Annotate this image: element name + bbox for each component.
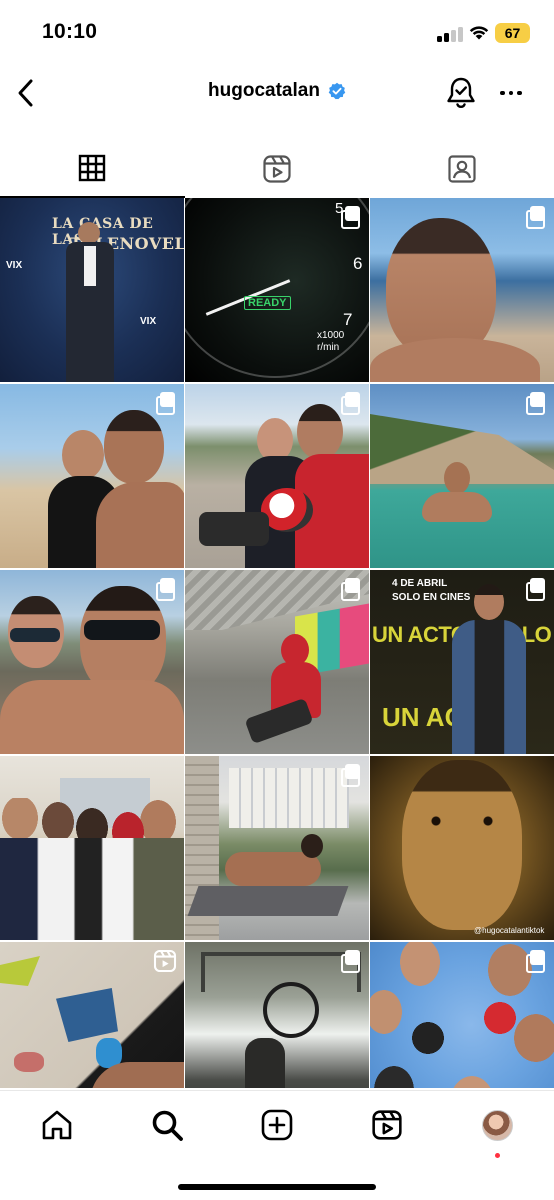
post-4-person-1	[62, 430, 104, 480]
nav-home[interactable]	[37, 1105, 77, 1145]
post-thumbnail-13[interactable]	[0, 942, 184, 1088]
post-thumbnail-7[interactable]	[0, 570, 184, 754]
carousel-badge-icon	[526, 950, 546, 973]
post-6-person	[444, 462, 470, 494]
tagged-icon	[448, 155, 476, 183]
post-14-bike-wheel	[263, 982, 319, 1038]
cellular-signal-icon	[437, 26, 463, 42]
carousel-badge-icon	[341, 950, 361, 973]
post-thumbnail-4[interactable]	[0, 384, 184, 568]
post-5-kart	[199, 512, 269, 546]
more-dot	[517, 90, 522, 96]
carousel-badge-icon	[156, 578, 176, 601]
post-11-person	[225, 852, 321, 886]
more-options-button[interactable]	[496, 80, 526, 106]
bell-check-icon	[447, 77, 475, 108]
nav-profile[interactable]	[477, 1105, 517, 1145]
status-bar: 10:10 67	[0, 0, 554, 62]
posts-grid: LA CASA DE LAS TELENOVELAS VIX VIX READY…	[0, 198, 554, 1088]
post-13-hold-2	[56, 988, 118, 1042]
verified-badge-icon	[328, 82, 346, 100]
wifi-icon	[469, 26, 489, 40]
avatar	[481, 1109, 513, 1141]
grid-icon	[79, 154, 106, 182]
carousel-badge-icon	[341, 764, 361, 787]
post-12-eyes	[422, 816, 502, 826]
nav-reels[interactable]	[367, 1105, 407, 1145]
notification-dot	[495, 1153, 500, 1158]
profile-username[interactable]: hugocatalan	[208, 80, 320, 102]
post-thumbnail-14[interactable]	[185, 942, 369, 1088]
tab-reels[interactable]	[185, 140, 370, 198]
post-6-person-body	[422, 492, 492, 522]
more-dot	[508, 90, 514, 96]
post-2-unit: x1000 r/min	[317, 330, 345, 353]
post-11-building	[229, 768, 349, 828]
post-2-tick-7: 7	[343, 310, 353, 329]
tab-tagged[interactable]	[369, 140, 554, 198]
post-thumbnail-2[interactable]: READY 6 7 5 x1000 r/min	[185, 198, 369, 382]
post-11-lounger	[187, 886, 349, 916]
post-2-tick-6: 6	[353, 254, 363, 273]
notifications-button[interactable]	[444, 76, 478, 110]
post-13-hold-3	[14, 1052, 44, 1072]
post-5-person-2	[297, 404, 343, 460]
post-10-bodies	[0, 838, 184, 940]
profile-header: hugocatalan	[0, 62, 554, 126]
carousel-badge-icon	[341, 578, 361, 601]
post-9-date: 4 DE ABRIL	[392, 578, 448, 589]
post-7-bodies	[0, 680, 184, 754]
post-thumbnail-6[interactable]	[370, 384, 554, 568]
search-icon	[152, 1110, 183, 1141]
home-indicator	[178, 1184, 376, 1190]
status-time: 10:10	[42, 20, 98, 43]
carousel-badge-icon	[156, 392, 176, 415]
post-9-person-body	[452, 620, 526, 754]
reels-icon	[372, 1110, 402, 1140]
post-9-person-head	[474, 584, 504, 620]
carousel-badge-icon	[341, 206, 361, 229]
post-12-face	[402, 760, 522, 930]
post-1-person	[78, 222, 100, 244]
post-11-person-head	[301, 834, 323, 858]
post-7-sunglasses-1	[10, 628, 60, 642]
home-icon	[42, 1110, 72, 1140]
post-thumbnail-9[interactable]: 4 DE ABRIL SOLO EN CINES UN ACTOR MALO U…	[370, 570, 554, 754]
post-7-sunglasses-2	[84, 620, 160, 640]
reels-badge-icon	[153, 949, 177, 973]
plus-square-icon	[261, 1109, 293, 1141]
post-3-shoulders	[370, 338, 540, 382]
post-1-vix-label: VIX	[140, 316, 157, 327]
nav-search[interactable]	[147, 1105, 187, 1145]
post-thumbnail-10[interactable]	[0, 756, 184, 940]
post-9-cinemas: SOLO EN CINES	[392, 592, 471, 603]
reels-icon	[263, 155, 291, 183]
battery-indicator: 67	[495, 23, 530, 43]
post-1-shirt	[84, 246, 96, 286]
post-thumbnail-11[interactable]	[185, 756, 369, 940]
post-4-person-2	[104, 410, 164, 484]
post-13-hold-1	[0, 956, 40, 986]
tab-posts[interactable]	[0, 140, 185, 198]
post-thumbnail-8[interactable]	[185, 570, 369, 754]
carousel-badge-icon	[526, 578, 546, 601]
nav-create[interactable]	[257, 1105, 297, 1145]
carousel-badge-icon	[526, 206, 546, 229]
post-12-handle: @hugocatalantiktok	[474, 926, 545, 935]
more-dot	[500, 90, 505, 96]
post-14-rider	[245, 1038, 285, 1088]
post-3-face	[386, 218, 496, 358]
post-thumbnail-15[interactable]	[370, 942, 554, 1088]
post-thumbnail-5[interactable]	[185, 384, 369, 568]
carousel-badge-icon	[526, 392, 546, 415]
profile-tabs	[0, 140, 554, 198]
post-4-person-2-body	[96, 482, 184, 568]
carousel-badge-icon	[341, 392, 361, 415]
post-thumbnail-3[interactable]	[370, 198, 554, 382]
post-2-ready: READY	[244, 296, 291, 310]
post-thumbnail-12[interactable]: @hugocatalantiktok	[370, 756, 554, 940]
post-thumbnail-1[interactable]: LA CASA DE LAS TELENOVELAS VIX VIX	[0, 198, 184, 382]
post-1-vix-label: VIX	[6, 260, 23, 271]
